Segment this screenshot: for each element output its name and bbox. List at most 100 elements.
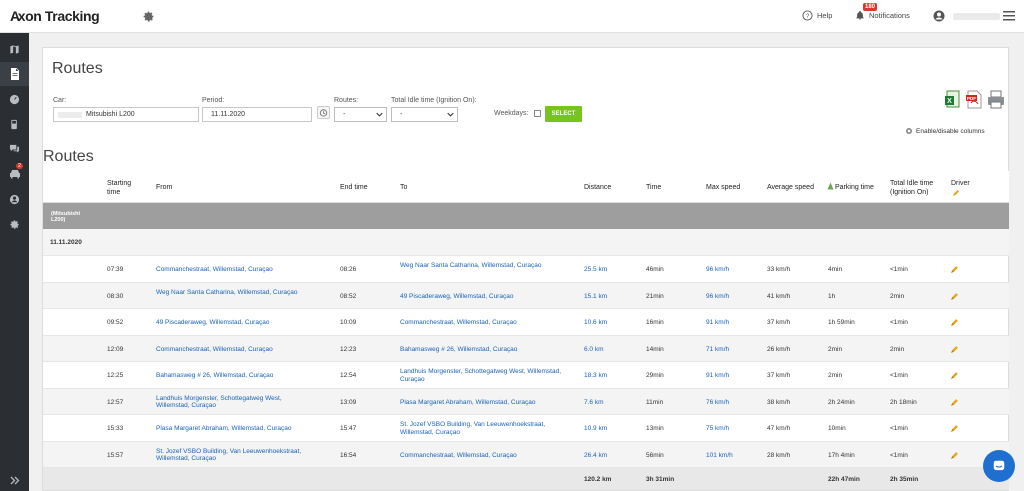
col-from[interactable]: From	[156, 183, 172, 192]
col-average-speed[interactable]: Average speed	[767, 183, 814, 192]
cell-to-address[interactable]: Plasa Margaret Abraham, Willemstad, Cura…	[400, 399, 575, 407]
sidebar-item-fuel[interactable]	[0, 112, 29, 136]
sidebar-item-settings[interactable]	[0, 212, 29, 236]
col-end-time[interactable]: End time	[340, 183, 368, 192]
cell-start-time: 15:57	[107, 451, 124, 459]
cell-end-time: 12:23	[340, 345, 357, 353]
cell-max-speed[interactable]: 76 km/h	[706, 399, 729, 407]
main-content: Routes Car: Mitsubishi L200 Period: 11.1…	[42, 47, 1009, 491]
cell-idle-time: 2min	[890, 292, 905, 300]
cell-max-speed[interactable]: 71 km/h	[706, 346, 729, 354]
cell-max-speed[interactable]: 96 km/h	[706, 266, 729, 274]
routes-heading: Routes	[43, 148, 94, 165]
select-button[interactable]: SELECT	[545, 106, 582, 122]
date-group-row: 11.11.2020	[43, 229, 1009, 256]
pdf-export-icon[interactable]: PDF	[966, 90, 982, 109]
cell-from-address[interactable]: Commanchestraat, Willemstad, Curaçao	[156, 266, 316, 274]
cell-end-time: 16:54	[340, 451, 357, 459]
cell-distance[interactable]: 26.4 km	[584, 452, 607, 460]
sidebar-item-users[interactable]	[0, 187, 29, 211]
routes-select[interactable]: -	[334, 107, 387, 122]
cell-to-address[interactable]: St. Jozef VSBO Building, Van Leeuwenhoek…	[400, 421, 575, 436]
col-driver[interactable]: Driver	[951, 179, 970, 188]
cell-start-time: 07:39	[107, 266, 124, 273]
sidebar-item-messages[interactable]	[0, 137, 29, 161]
edit-driver-pencil-icon[interactable]	[950, 292, 959, 301]
cell-from-address[interactable]: Weg Naar Santa Catharina, Willemstad, Cu…	[156, 289, 316, 297]
gear-icon	[906, 128, 912, 134]
weekdays-checkbox[interactable]	[534, 110, 541, 117]
col-parking-time[interactable]: Parking time	[835, 183, 874, 192]
period-input[interactable]: 11.11.2020	[202, 107, 312, 122]
cell-distance[interactable]: 7.6 km	[584, 399, 604, 407]
svg-text:?: ?	[806, 14, 810, 20]
calendar-button[interactable]	[317, 106, 330, 119]
cell-max-speed[interactable]: 91 km/h	[706, 372, 729, 380]
period-value: 11.11.2020	[211, 111, 245, 118]
notifications-link[interactable]: 180 Notifications	[855, 3, 910, 21]
car-select[interactable]: Mitsubishi L200	[53, 107, 199, 122]
app-logo[interactable]: Axon Tracking	[10, 8, 100, 24]
edit-driver-pencil-icon[interactable]	[950, 424, 959, 433]
cell-distance[interactable]: 10.9 km	[584, 425, 607, 433]
print-icon[interactable]	[987, 90, 1005, 109]
col-total-idle-time[interactable]: Total Idle time (Ignition On)	[890, 179, 945, 197]
sidebar-item-vehicles[interactable]: 2	[0, 162, 29, 186]
cell-max-speed[interactable]: 101 km/h	[706, 452, 733, 460]
cell-to-address[interactable]: Landhuis Morgenster, Schottegatweg West,…	[400, 368, 575, 383]
cell-time: 14min	[646, 345, 664, 353]
edit-driver-pencil-icon[interactable]	[950, 451, 959, 460]
help-link[interactable]: ? Help	[802, 10, 832, 21]
idle-time-select[interactable]: -	[391, 107, 458, 122]
cell-to-address[interactable]: Commanchestraat, Willemstad, Curaçao	[400, 319, 575, 327]
cell-distance[interactable]: 10.6 km	[584, 319, 607, 327]
cell-distance[interactable]: 25.5 km	[584, 266, 607, 274]
gear-icon	[10, 219, 19, 229]
col-to[interactable]: To	[400, 183, 407, 192]
cell-from-address[interactable]: Landhuis Morgenster, Schottegatweg West,…	[156, 395, 316, 410]
cell-from-address[interactable]: Plasa Margaret Abraham, Willemstad, Cura…	[156, 425, 316, 433]
cell-from-address[interactable]: Commanchestraat, Willemstad, Curaçao	[156, 346, 316, 354]
col-max-speed[interactable]: Max speed	[706, 183, 740, 192]
user-name-redacted[interactable]	[953, 13, 1000, 20]
cell-to-address[interactable]: 49 Piscaderaweg, Willemstad, Curaçao	[400, 293, 575, 301]
enable-disable-columns-link[interactable]: Enable/disable columns	[905, 127, 985, 135]
cell-distance[interactable]: 18.3 km	[584, 372, 607, 380]
cell-start-time: 12:57	[107, 398, 124, 406]
cell-max-speed[interactable]: 75 km/h	[706, 425, 729, 433]
hamburger-menu-icon[interactable]	[1003, 11, 1015, 21]
cell-to-address[interactable]: Weg Naar Santa Catharina, Willemstad, Cu…	[400, 262, 575, 270]
cell-from-address[interactable]: St. Jozef VSBO Building, Van Leeuwenhoek…	[156, 448, 316, 463]
routes-label: Routes:	[334, 97, 359, 104]
cell-distance[interactable]: 6.0 km	[584, 346, 604, 354]
car-value: Mitsubishi L200	[86, 111, 135, 118]
cell-distance[interactable]: 15.1 km	[584, 293, 607, 301]
chat-support-button[interactable]	[983, 450, 1015, 482]
cell-to-address[interactable]: Commanchestraat, Willemstad, Curaçao	[400, 452, 575, 460]
excel-export-icon[interactable]: X	[945, 90, 961, 109]
sidebar-item-dashboard[interactable]	[0, 87, 29, 111]
edit-driver-pencil-icon[interactable]	[950, 345, 959, 354]
settings-gear-icon[interactable]	[142, 10, 155, 23]
edit-driver-pencil-icon[interactable]	[950, 398, 959, 407]
col-starting-time[interactable]: Starting time	[107, 179, 143, 197]
cell-parking-time: 17h 4min	[828, 451, 855, 459]
table-row: 09:52 49 Piscaderaweg, Willemstad, Curaça…	[43, 309, 1009, 336]
edit-driver-pencil-icon[interactable]	[950, 371, 959, 380]
edit-driver-pencil-icon[interactable]	[950, 265, 959, 274]
cell-max-speed[interactable]: 91 km/h	[706, 319, 729, 327]
cell-average-speed: 41 km/h	[767, 292, 791, 300]
user-account-icon[interactable]	[933, 10, 945, 22]
sidebar-expand-button[interactable]	[0, 469, 29, 491]
cell-max-speed[interactable]: 96 km/h	[706, 293, 729, 301]
page-title: Routes	[52, 60, 103, 77]
cell-from-address[interactable]: Bahamasweg # 26, Willemstad, Curaçao	[156, 372, 316, 380]
edit-driver-pencil-icon[interactable]	[950, 318, 959, 327]
col-time[interactable]: Time	[646, 183, 661, 192]
table-row: 12:09 Commanchestraat, Willemstad, Curaça…	[43, 335, 1009, 362]
cell-to-address[interactable]: Bahamasweg # 26, Willemstad, Curaçao	[400, 346, 575, 354]
sidebar-item-map[interactable]	[0, 37, 29, 61]
cell-from-address[interactable]: 49 Piscaderaweg, Willemstad, Curaçao	[156, 319, 316, 327]
sidebar-item-reports[interactable]	[0, 62, 29, 86]
col-distance[interactable]: Distance	[584, 183, 611, 192]
